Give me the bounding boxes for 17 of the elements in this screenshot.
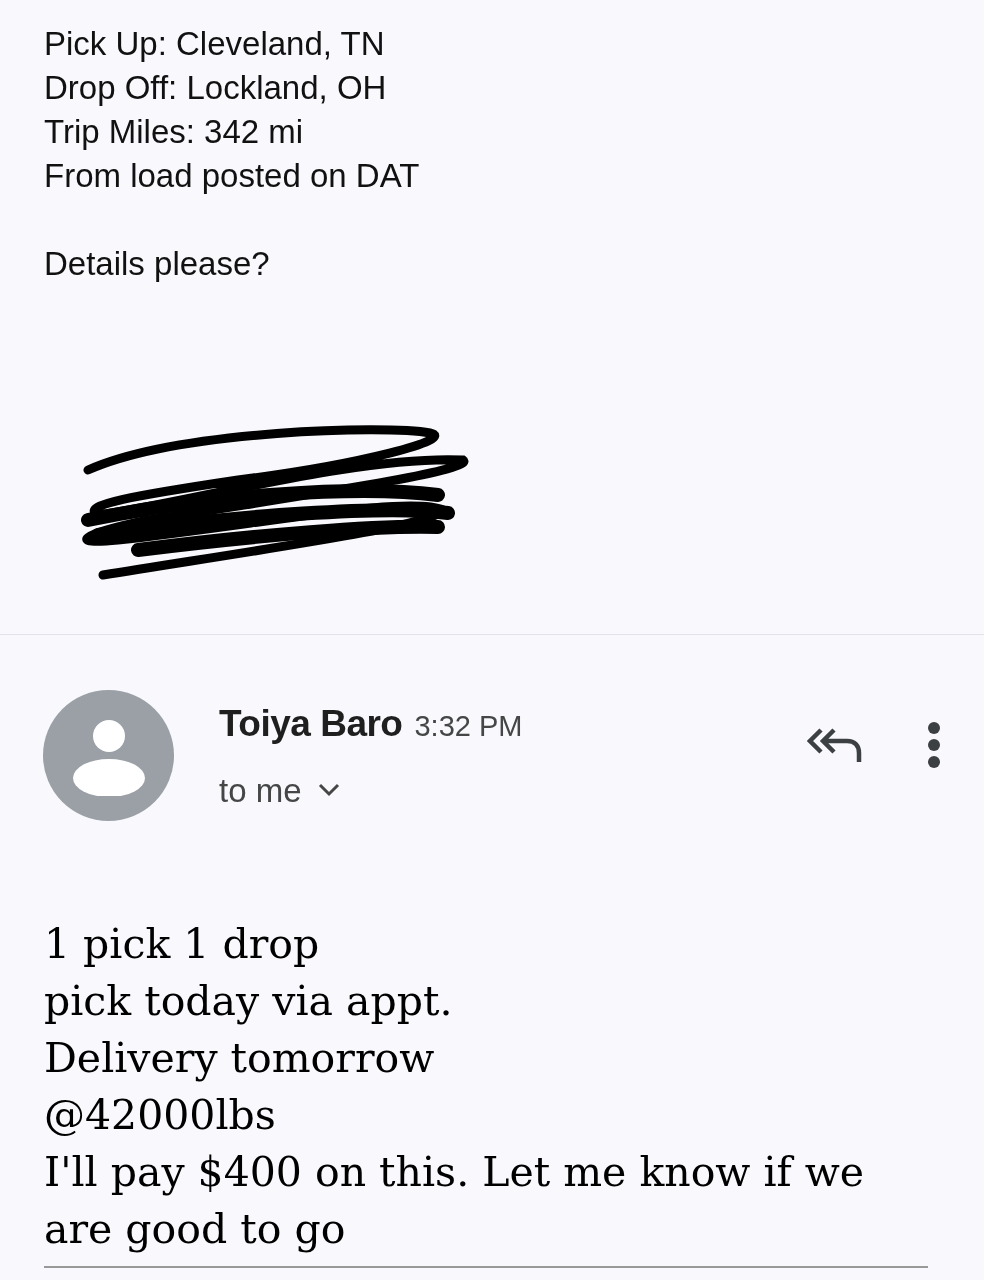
message-line: @42000lbs <box>44 1090 277 1141</box>
message-line: 1 pick 1 drop <box>44 919 321 970</box>
message-line: pick today via appt. <box>44 976 454 1027</box>
more-options-icon <box>927 722 941 768</box>
message-line: Delivery tomorrow <box>44 1033 436 1084</box>
message-line: Details please? <box>44 244 270 284</box>
message-line: I'll pay $400 on this. Let me know if we are good to go <box>44 1147 866 1255</box>
message-line: Trip Miles: 342 mi <box>44 112 304 152</box>
sender-name: Toiya Baro <box>219 702 403 746</box>
message-line: Drop Off: Lockland, OH <box>44 68 387 108</box>
message-line: From load posted on DAT <box>44 156 420 196</box>
chevron-down-icon <box>317 783 340 798</box>
reply-all-icon <box>807 726 863 764</box>
message-time: 3:32 PM <box>414 709 523 744</box>
message-line: Pick Up: Cleveland, TN <box>44 24 385 64</box>
recipient-toggle[interactable]: to me <box>219 765 340 815</box>
reply-all-button[interactable] <box>806 725 864 765</box>
